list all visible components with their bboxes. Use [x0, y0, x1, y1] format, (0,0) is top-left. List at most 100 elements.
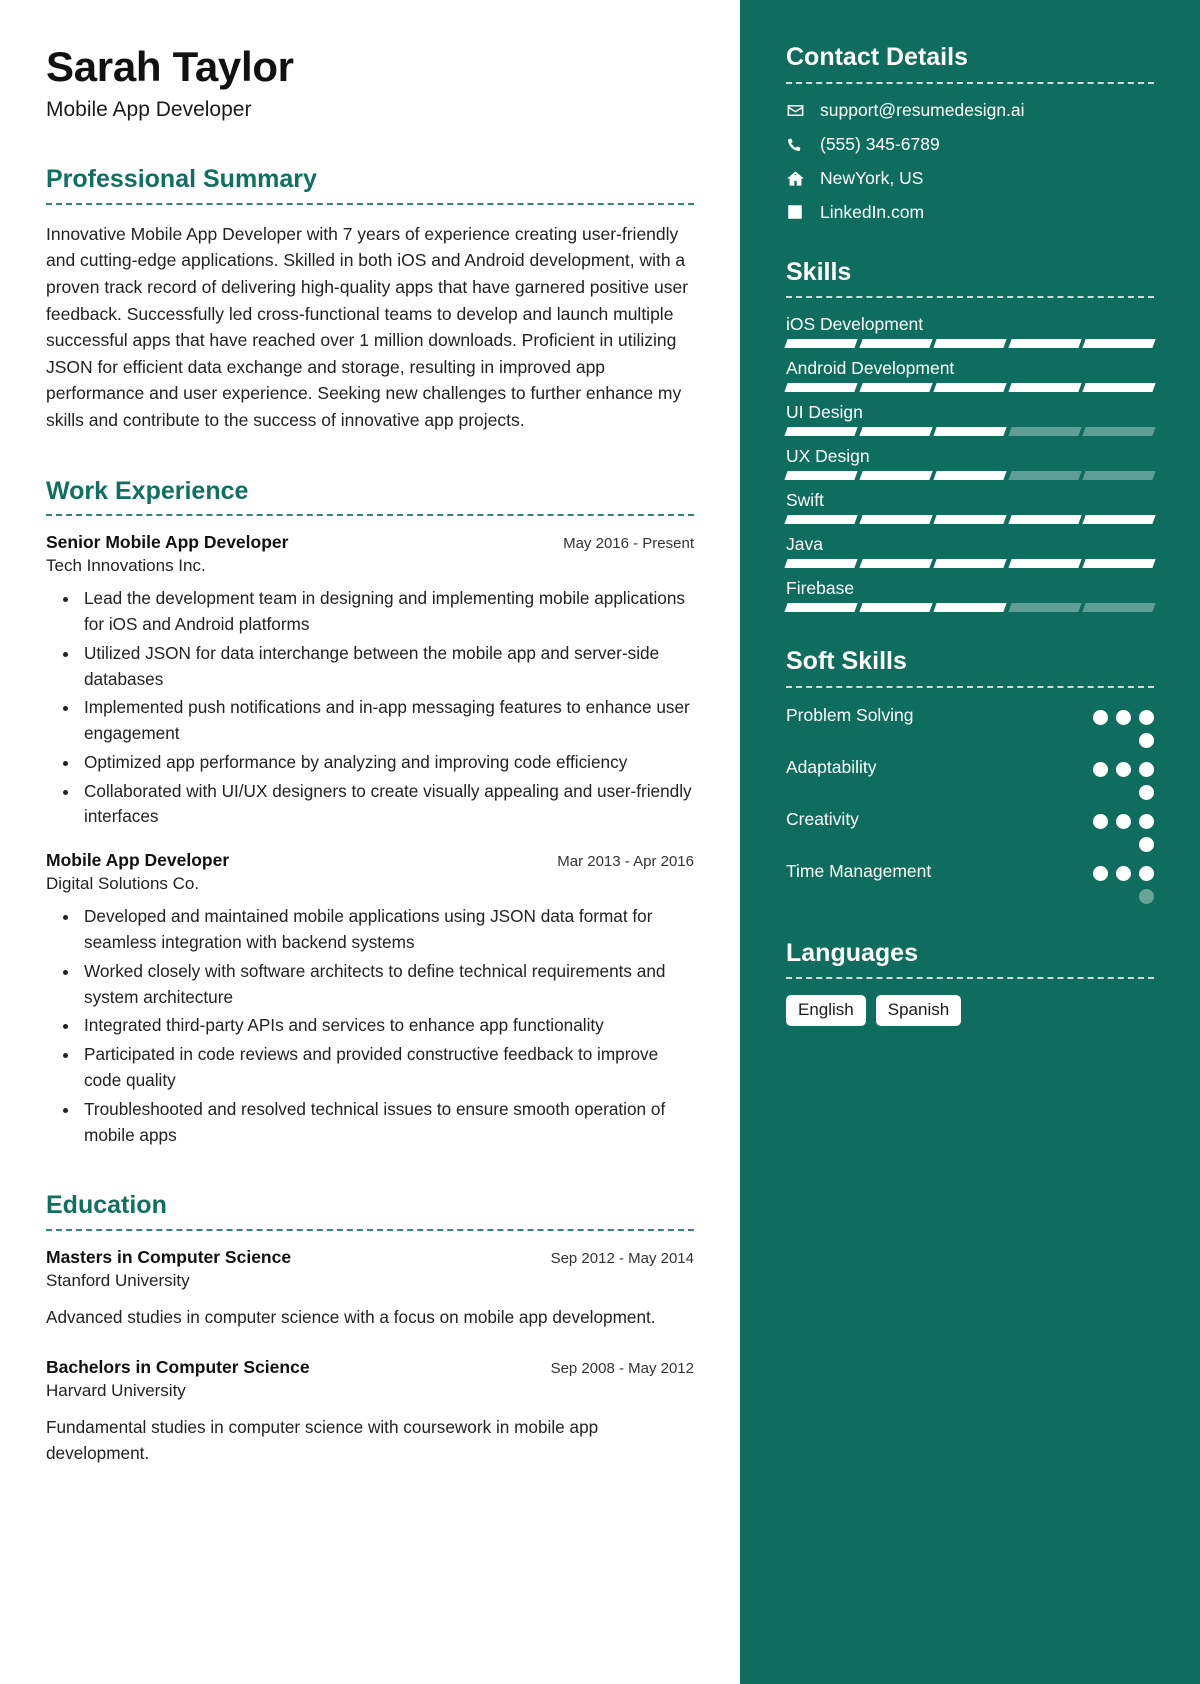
section-heading-work: Work Experience	[46, 476, 249, 505]
education-date-range: Sep 2008 - May 2012	[550, 1359, 694, 1377]
soft-skill-row: Time Management	[786, 860, 1154, 904]
soft-skill-dot	[1093, 813, 1108, 829]
work-bullet: Optimized app performance by analyzing a…	[80, 750, 694, 776]
soft-skill-dot	[1139, 888, 1154, 904]
contact-value: support@resumedesign.ai	[820, 99, 1025, 120]
skill-label: UX Design	[786, 446, 870, 466]
contact-row[interactable]: LinkedIn.com	[786, 202, 1154, 223]
soft-skill-label: Creativity	[786, 808, 859, 829]
education-entry-list: Masters in Computer Science Sep 2012 - M…	[46, 1247, 694, 1466]
skill-label: Firebase	[786, 578, 855, 598]
skill-segment	[933, 427, 1007, 436]
contact-value: (555) 345-6789	[820, 133, 940, 154]
soft-skill-dot	[1139, 813, 1154, 829]
soft-skill-dot	[1139, 732, 1154, 748]
skill-segment	[1008, 603, 1082, 612]
soft-skill-dot	[1139, 784, 1154, 800]
education-entry-header: Masters in Computer Science Sep 2012 - M…	[46, 1247, 694, 1268]
skill-label: Swift	[786, 490, 824, 510]
skill-segment	[858, 603, 932, 612]
section-heading-skills: Skills	[786, 257, 852, 286]
language-pill-list: English Spanish	[786, 995, 1154, 1027]
work-role: Mobile App Developer	[46, 850, 230, 871]
skill-label: iOS Development	[786, 314, 924, 334]
skill-segment	[858, 383, 932, 392]
skill-level-bar	[784, 559, 1156, 568]
work-entry-header: Senior Mobile App Developer May 2016 - P…	[46, 532, 694, 553]
skill-segment	[858, 339, 932, 348]
work-bullet: Implemented push notifications and in-ap…	[80, 695, 694, 747]
skill-segment	[784, 603, 858, 612]
soft-skills-section: Soft Skills Problem Solving Adaptability…	[786, 647, 1154, 904]
soft-skills-list: Problem Solving Adaptability Creativity …	[786, 704, 1154, 904]
skill-label: UI Design	[786, 402, 863, 422]
work-bullet: Worked closely with software architects …	[80, 959, 694, 1011]
skill-item: UX Design	[784, 446, 1156, 480]
work-company: Tech Innovations Inc.	[46, 556, 206, 576]
work-entry: Mobile App Developer Mar 2013 - Apr 2016…	[46, 850, 694, 1148]
soft-skill-rating	[1072, 704, 1154, 748]
soft-skill-dot	[1116, 813, 1131, 829]
work-entry-header: Mobile App Developer Mar 2013 - Apr 2016	[46, 850, 694, 871]
skill-segment	[784, 339, 858, 348]
soft-skill-dot	[1139, 761, 1154, 777]
work-bullet: Lead the development team in designing a…	[80, 586, 694, 638]
section-heading-contact: Contact Details	[786, 43, 968, 71]
contact-row[interactable]: NewYork, US	[786, 168, 1154, 189]
soft-skill-rating	[1072, 860, 1154, 904]
soft-skill-label: Problem Solving	[786, 704, 914, 725]
skill-segment	[933, 603, 1007, 612]
skill-item: UI Design	[784, 402, 1156, 436]
soft-skill-dot	[1139, 865, 1154, 881]
work-bullet: Troubleshooted and resolved technical is…	[80, 1097, 694, 1149]
skill-label: Java	[786, 534, 823, 554]
contact-row[interactable]: (555) 345-6789	[786, 134, 1154, 155]
work-entry-list: Senior Mobile App Developer May 2016 - P…	[46, 532, 694, 1148]
work-bullet: Utilized JSON for data interchange betwe…	[80, 641, 694, 693]
soft-skill-label: Adaptability	[786, 756, 877, 777]
work-company: Digital Solutions Co.	[46, 874, 200, 894]
skill-item: Android Development	[784, 358, 1156, 392]
contact-list: support@resumedesign.ai (555) 345-6789 N…	[786, 100, 1154, 223]
skill-segment	[784, 427, 858, 436]
soft-skill-row: Creativity	[786, 808, 1154, 852]
skill-level-bar	[784, 603, 1156, 612]
work-date-range: May 2016 - Present	[563, 535, 694, 553]
divider	[46, 1228, 694, 1231]
skill-segment	[858, 515, 932, 524]
skill-segment	[1008, 383, 1082, 392]
candidate-name: Sarah Taylor	[46, 43, 294, 90]
skill-segment	[858, 427, 932, 436]
skill-item: Swift	[784, 490, 1156, 524]
skill-level-bar	[784, 471, 1156, 480]
work-entry: Senior Mobile App Developer May 2016 - P…	[46, 532, 694, 830]
soft-skill-dot	[1116, 709, 1131, 725]
education-degree: Masters in Computer Science	[46, 1246, 292, 1267]
divider	[46, 514, 694, 517]
soft-skill-dot	[1093, 709, 1108, 725]
envelope-icon	[786, 101, 812, 120]
divider	[786, 685, 1154, 688]
skill-level-bar	[784, 339, 1156, 348]
education-school: Stanford University	[46, 1270, 190, 1290]
work-bullet: Developed and maintained mobile applicat…	[80, 904, 694, 956]
skill-segment	[784, 559, 858, 568]
section-heading-education: Education	[46, 1191, 167, 1220]
education-degree: Bachelors in Computer Science	[46, 1356, 310, 1377]
skill-item: iOS Development	[784, 314, 1156, 348]
candidate-job-title: Mobile App Developer	[46, 98, 252, 122]
divider	[46, 202, 694, 205]
work-role: Senior Mobile App Developer	[46, 532, 289, 553]
contact-row[interactable]: support@resumedesign.ai	[786, 100, 1154, 121]
professional-summary-section: Professional Summary Innovative Mobile A…	[46, 166, 694, 433]
work-bullet: Collaborated with UI/UX designers to cre…	[80, 779, 694, 831]
education-entry: Masters in Computer Science Sep 2012 - M…	[46, 1247, 694, 1331]
skill-segment	[1008, 427, 1082, 436]
soft-skill-dot	[1139, 709, 1154, 725]
contact-value: NewYork, US	[820, 167, 924, 188]
skill-segment	[784, 383, 858, 392]
skill-segment	[1008, 515, 1082, 524]
education-date-range: Sep 2012 - May 2014	[550, 1249, 694, 1267]
skill-segment	[858, 559, 932, 568]
resume-page: Sarah Taylor Mobile App Developer Profes…	[0, 0, 1200, 1684]
